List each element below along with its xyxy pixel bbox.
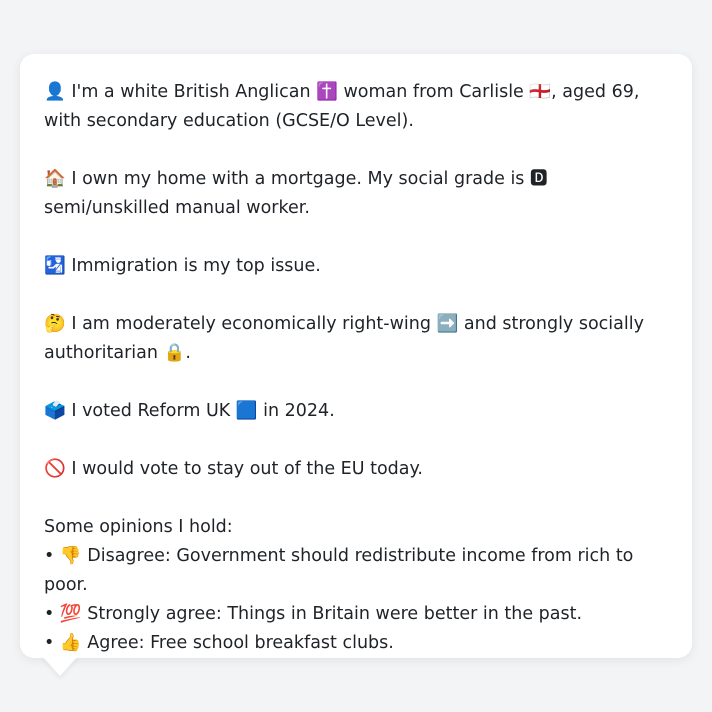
opinion-item: • 👎 Disagree: Government should redistri… [44, 546, 634, 595]
ideology-text: 🤔 I am moderately economically right-win… [44, 314, 644, 363]
opinion-list: • 👎 Disagree: Government should redistri… [44, 542, 668, 658]
opinions-title: Some opinions I hold: [44, 517, 233, 537]
top-issue-text: 🛂 Immigration is my top issue. [44, 256, 321, 276]
opinion-item: • 💯 Strongly agree: Things in Britain we… [44, 604, 583, 624]
opinion-item: • 👍 Agree: Free school breakfast clubs. [44, 633, 394, 653]
vote-2024-text: 🗳️ I voted Reform UK 🟦 in 2024. [44, 401, 335, 421]
housing-text: 🏠 I own my home with a mortgage. My soci… [44, 169, 548, 218]
persona-message-bubble: 👤 I'm a white British Anglican ✝️ woman … [20, 54, 692, 658]
eu-vote-text: 🚫 I would vote to stay out of the EU tod… [44, 459, 423, 479]
bubble-tail [42, 656, 78, 676]
identity-text: 👤 I'm a white British Anglican ✝️ woman … [44, 82, 640, 131]
